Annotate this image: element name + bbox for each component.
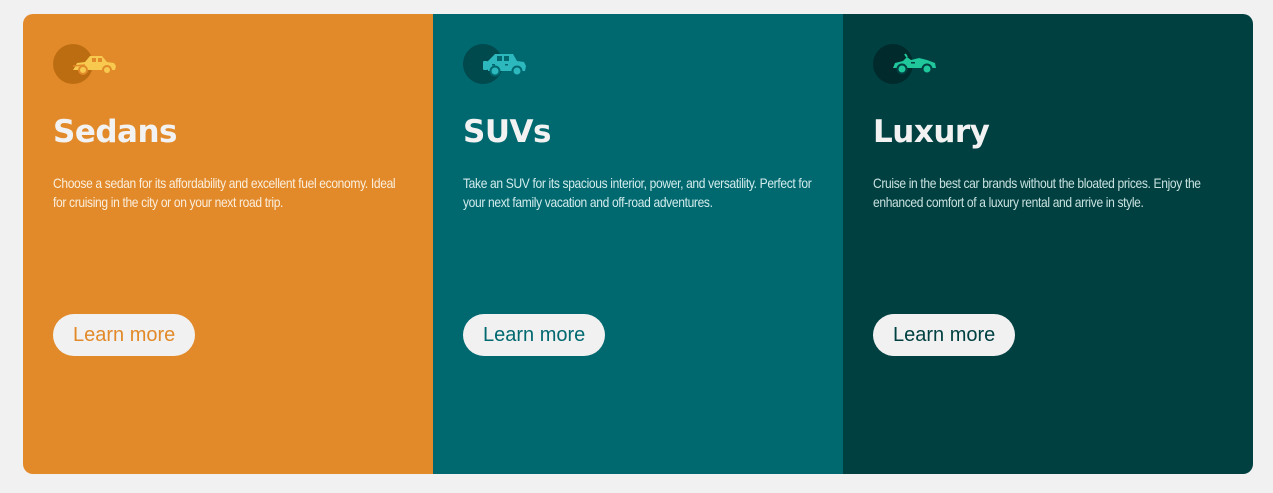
card-title: Sedans (53, 114, 177, 150)
card-title: SUVs (463, 114, 551, 150)
card-sedans: Sedans Choose a sedan for its affordabil… (23, 14, 433, 474)
card-description: Take an SUV for its spacious interior, p… (463, 175, 812, 210)
card-description: Choose a sedan for its affordability and… (53, 175, 396, 210)
card-title: Luxury (873, 114, 990, 150)
card-description: Cruise in the best car brands without th… (873, 175, 1201, 210)
card-luxury: Luxury Cruise in the best car brands wit… (843, 14, 1253, 474)
learn-more-button[interactable]: Learn more (873, 314, 1016, 356)
card-suvs: SUVs Take an SUV for its spacious interi… (433, 14, 843, 474)
luxury-car-icon (893, 53, 936, 75)
card-icon-wrap (53, 44, 123, 84)
card-icon-wrap (463, 44, 533, 84)
card-icon-wrap (873, 44, 943, 84)
card-group: Sedans Choose a sedan for its affordabil… (23, 14, 1253, 474)
learn-more-button[interactable]: Learn more (53, 314, 196, 356)
learn-more-button[interactable]: Learn more (463, 314, 606, 356)
suv-car-icon (483, 54, 526, 77)
sedan-car-icon (72, 56, 116, 75)
